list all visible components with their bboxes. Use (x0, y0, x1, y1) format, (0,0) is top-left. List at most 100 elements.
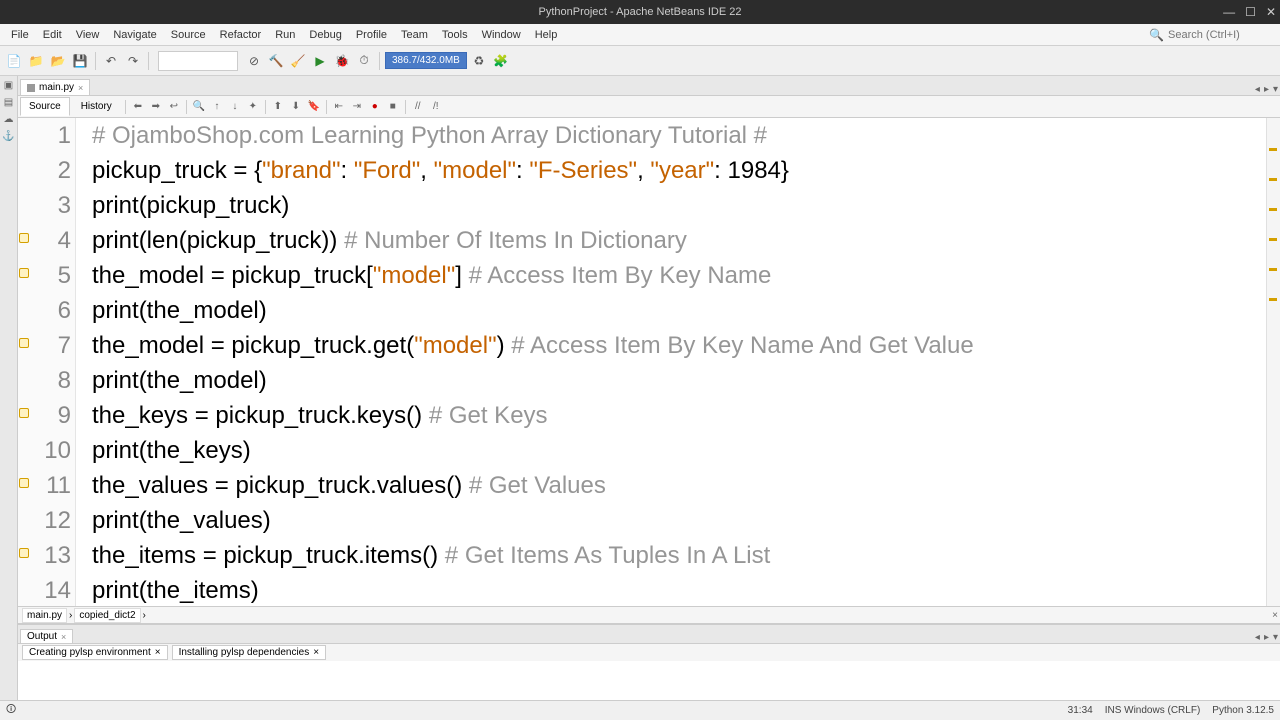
debug-button[interactable]: 🐞 (332, 51, 352, 71)
menu-refactor[interactable]: Refactor (213, 27, 269, 43)
find-next-icon[interactable]: ↓ (227, 99, 243, 115)
output-subtab-pylsp-deps[interactable]: Installing pylsp dependencies × (172, 645, 327, 660)
scroll-tabs-left-icon[interactable]: ◂ (1255, 84, 1260, 95)
menu-debug[interactable]: Debug (302, 27, 348, 43)
line-ending[interactable]: INS Windows (CRLF) (1105, 705, 1201, 716)
code-area[interactable]: 1234567891011121314 # OjamboShop.com Lea… (18, 118, 1280, 606)
clean-build-button[interactable]: 🧹 (288, 51, 308, 71)
close-subtab-icon[interactable]: × (313, 647, 319, 658)
redo-button[interactable]: ↷ (123, 51, 143, 71)
separator (326, 100, 327, 114)
output-panel: Output × ◂ ▸ ▾ Creating pylsp environmen… (18, 624, 1280, 700)
toggle-bookmark-icon[interactable]: 🔖 (306, 99, 322, 115)
separator (379, 52, 380, 70)
nav-last-edit-icon[interactable]: ↩ (166, 99, 182, 115)
scroll-tabs-left-icon[interactable]: ◂ (1255, 632, 1260, 643)
new-project-button[interactable]: 📁 (26, 51, 46, 71)
toggle-highlight-icon[interactable]: ✦ (245, 99, 261, 115)
comment-icon[interactable]: // (410, 99, 426, 115)
code-text[interactable]: # OjamboShop.com Learning Python Array D… (76, 118, 1266, 606)
statusbar: 🛈 31:34 INS Windows (CRLF) Python 3.12.5 (0, 700, 1280, 720)
close-icon[interactable]: ✕ (1266, 5, 1276, 19)
build-button[interactable]: 🔨 (266, 51, 286, 71)
menu-help[interactable]: Help (528, 27, 565, 43)
maximize-icon[interactable]: ☐ (1245, 5, 1256, 19)
undo-button[interactable]: ↶ (101, 51, 121, 71)
separator (125, 100, 126, 114)
notifications-icon[interactable]: 🛈 (6, 702, 16, 719)
breadcrumb-sep: › (69, 610, 72, 621)
menu-profile[interactable]: Profile (349, 27, 394, 43)
output-tabs: Output × ◂ ▸ ▾ (18, 625, 1280, 643)
scroll-tabs-right-icon[interactable]: ▸ (1264, 632, 1269, 643)
next-bookmark-icon[interactable]: ⬇ (288, 99, 304, 115)
new-file-button[interactable]: 📄 (4, 51, 24, 71)
output-subtab-pylsp-env[interactable]: Creating pylsp environment × (22, 645, 168, 660)
projects-tab-icon[interactable]: ▣ (2, 78, 15, 93)
files-tab-icon[interactable]: ▤ (2, 95, 15, 110)
menu-run[interactable]: Run (268, 27, 302, 43)
uncomment-icon[interactable]: /! (428, 99, 444, 115)
separator (405, 100, 406, 114)
services-tab-icon[interactable]: ☁ (2, 112, 16, 127)
run-button[interactable]: ▶ (310, 51, 330, 71)
config-combo[interactable] (158, 51, 238, 71)
output-tab[interactable]: Output × (20, 629, 73, 643)
navigator-tab-icon[interactable]: ⚓ (0, 129, 16, 144)
find-selection-icon[interactable]: 🔍 (191, 99, 207, 115)
close-subtab-icon[interactable]: × (155, 647, 161, 658)
breadcrumb-member[interactable]: copied_dict2 (74, 608, 140, 623)
plugin-button[interactable]: 🧩 (491, 51, 511, 71)
file-tab-main[interactable]: main.py × (20, 79, 90, 95)
history-tab[interactable]: History (72, 97, 121, 116)
file-tabs: main.py × ◂ ▸ ▾ (18, 76, 1280, 96)
gc-button[interactable]: ♻ (469, 51, 489, 71)
memory-indicator[interactable]: 386.7/432.0MB (385, 52, 467, 69)
python-version[interactable]: Python 3.12.5 (1212, 705, 1274, 716)
macro-record-icon[interactable]: ● (367, 99, 383, 115)
menubar: File Edit View Navigate Source Refactor … (0, 24, 1280, 46)
python-file-icon (27, 84, 35, 92)
editor: main.py × ◂ ▸ ▾ Source History ⬅ ➡ ↩ 🔍 ↑… (18, 76, 1280, 700)
nav-forward-icon[interactable]: ➡ (148, 99, 164, 115)
file-tab-label: main.py (39, 82, 74, 93)
menu-window[interactable]: Window (475, 27, 528, 43)
source-tab[interactable]: Source (20, 97, 70, 116)
cursor-position[interactable]: 31:34 (1068, 705, 1093, 716)
menu-team[interactable]: Team (394, 27, 435, 43)
macro-stop-icon[interactable]: ■ (385, 99, 401, 115)
scroll-tabs-right-icon[interactable]: ▸ (1264, 84, 1269, 95)
close-output-icon[interactable]: × (61, 632, 66, 642)
shift-right-icon[interactable]: ⇥ (349, 99, 365, 115)
open-button[interactable]: 📂 (48, 51, 68, 71)
search-icon: 🔍 (1149, 28, 1164, 42)
menu-navigate[interactable]: Navigate (106, 27, 163, 43)
tabs-menu-icon[interactable]: ▾ (1273, 84, 1278, 95)
breadcrumb-file[interactable]: main.py (22, 608, 67, 623)
prev-bookmark-icon[interactable]: ⬆ (270, 99, 286, 115)
profile-button[interactable]: ⏱ (354, 51, 374, 71)
minimize-icon[interactable]: — (1223, 5, 1235, 19)
line-gutter[interactable]: 1234567891011121314 (18, 118, 76, 606)
error-stripe[interactable] (1266, 118, 1280, 606)
separator (265, 100, 266, 114)
save-all-button[interactable]: 💾 (70, 51, 90, 71)
nav-back-icon[interactable]: ⬅ (130, 99, 146, 115)
output-subtabs: Creating pylsp environment × Installing … (18, 643, 1280, 661)
breadcrumb-close-icon[interactable]: × (1272, 610, 1278, 621)
shift-left-icon[interactable]: ⇤ (331, 99, 347, 115)
breadcrumb-bar: main.py › copied_dict2 › × (18, 606, 1280, 624)
window-title: PythonProject - Apache NetBeans IDE 22 (538, 6, 741, 18)
menu-view[interactable]: View (69, 27, 107, 43)
close-tab-icon[interactable]: × (78, 83, 83, 93)
output-body[interactable] (18, 661, 1280, 700)
stop-button[interactable]: ⊘ (244, 51, 264, 71)
output-tab-label: Output (27, 631, 57, 642)
tabs-menu-icon[interactable]: ▾ (1273, 632, 1278, 643)
menu-edit[interactable]: Edit (36, 27, 69, 43)
menu-tools[interactable]: Tools (435, 27, 475, 43)
search-input[interactable] (1168, 29, 1268, 41)
menu-source[interactable]: Source (164, 27, 213, 43)
menu-file[interactable]: File (4, 27, 36, 43)
find-prev-icon[interactable]: ↑ (209, 99, 225, 115)
